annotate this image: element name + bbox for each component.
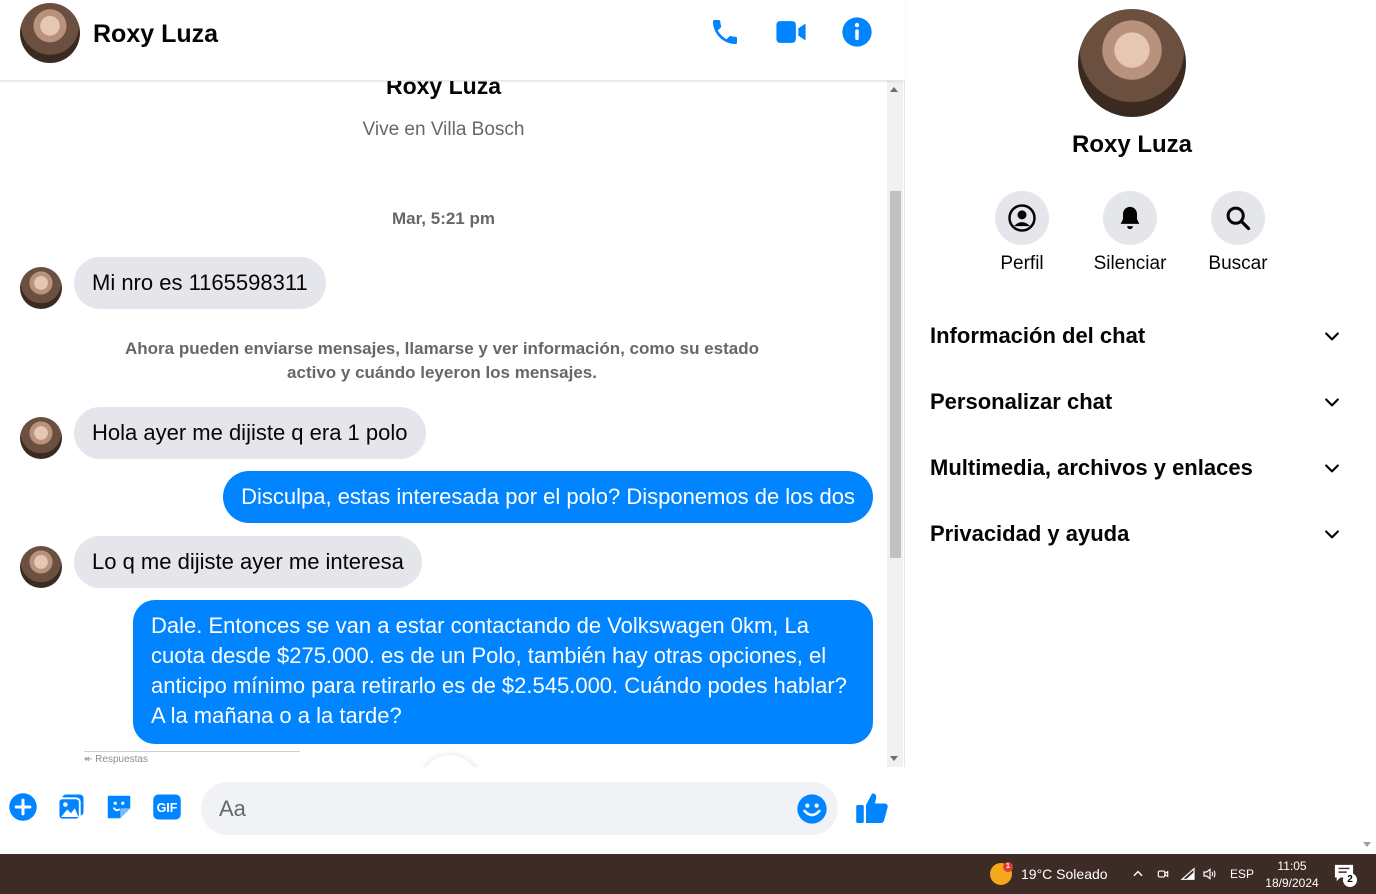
input-language[interactable]: ESP — [1230, 867, 1254, 881]
section-customize-chat[interactable]: Personalizar chat — [930, 377, 1342, 427]
profile-button[interactable]: Perfil — [972, 191, 1072, 275]
search-button[interactable]: Buscar — [1188, 191, 1288, 275]
section-label: Personalizar chat — [930, 389, 1113, 414]
message-bubble-outgoing[interactable]: Dale. Entonces se van a estar contactand… — [133, 600, 873, 744]
weather-badge: 1 — [1003, 862, 1013, 872]
mute-label: Silenciar — [1093, 253, 1167, 274]
message-bubble-incoming[interactable]: Hola ayer me dijiste q era 1 polo — [74, 407, 426, 459]
header-contact-name[interactable]: Roxy Luza — [93, 20, 218, 49]
section-media-files-links[interactable]: Multimedia, archivos y enlaces — [930, 443, 1342, 493]
sender-avatar[interactable] — [20, 417, 62, 459]
section-label: Información del chat — [930, 323, 1146, 348]
thumbs-up-icon[interactable] — [853, 789, 891, 827]
system-notice: Ahora pueden enviarse mensajes, llamarse… — [125, 339, 759, 382]
meet-now-icon[interactable] — [1154, 865, 1172, 883]
reply-hint: ↞ Respuestas — [84, 751, 300, 765]
message-input[interactable] — [219, 794, 779, 824]
message-scrollbar[interactable] — [887, 81, 903, 767]
windows-taskbar: 1 19°C Soleado ESP 11:05 18/9/2024 2 — [0, 854, 1376, 894]
scroll-up-arrow[interactable] — [890, 87, 898, 92]
video-camera-icon[interactable] — [773, 14, 809, 50]
clock-time[interactable]: 11:05 — [1265, 859, 1319, 873]
info-icon[interactable] — [839, 14, 875, 50]
page-scroll-down-arrow[interactable] — [1363, 842, 1371, 847]
plus-icon[interactable] — [7, 791, 39, 823]
wifi-icon[interactable] — [1179, 865, 1197, 883]
chevron-down-icon — [1325, 464, 1339, 473]
composer: GIF — [0, 767, 905, 854]
panel-avatar[interactable] — [1078, 9, 1186, 117]
message-input-box[interactable] — [201, 782, 838, 835]
message-bubble-outgoing[interactable]: Disculpa, estas interesada por el polo? … — [223, 471, 873, 523]
notification-count-badge: 2 — [1343, 873, 1357, 887]
sender-avatar[interactable] — [20, 546, 62, 588]
search-icon — [1211, 191, 1265, 245]
message-list[interactable]: Roxy Luza Vive en Villa Bosch Mar, 5:21 … — [0, 81, 887, 767]
app-window: Roxy Luza Roxy Luza Vive en Villa Bosch … — [0, 0, 1376, 894]
image-icon[interactable] — [55, 791, 87, 823]
mute-button[interactable]: Silenciar — [1080, 191, 1180, 275]
section-privacy-help[interactable]: Privacidad y ayuda — [930, 509, 1342, 559]
chat-header: Roxy Luza — [0, 0, 905, 81]
gif-icon[interactable]: GIF — [151, 791, 183, 823]
page-scrollbar[interactable] — [1358, 0, 1376, 854]
chevron-up-icon[interactable] — [1129, 865, 1147, 883]
message-bubble-incoming[interactable]: Mi nro es 1165598311 — [74, 257, 326, 309]
bell-icon — [1103, 191, 1157, 245]
sender-avatar[interactable] — [20, 267, 62, 309]
reply-arrow-icon: ↞ — [84, 754, 96, 765]
emoji-icon[interactable] — [796, 793, 828, 825]
header-avatar[interactable] — [20, 3, 80, 63]
sticker-icon[interactable] — [103, 791, 135, 823]
weather-text[interactable]: 19°C Soleado — [1021, 866, 1108, 882]
chevron-down-icon — [1325, 530, 1339, 539]
reply-hint-label: Respuestas — [95, 754, 148, 765]
section-chat-info[interactable]: Información del chat — [930, 311, 1342, 361]
contact-location: Vive en Villa Bosch — [362, 119, 525, 140]
search-label: Buscar — [1208, 253, 1268, 274]
chat-column: Roxy Luza Roxy Luza Vive en Villa Bosch … — [0, 0, 905, 854]
chevron-down-icon — [1325, 332, 1339, 341]
profile-label: Perfil — [1000, 253, 1044, 274]
panel-contact-name: Roxy Luza — [1071, 131, 1193, 158]
section-label: Privacidad y ayuda — [930, 521, 1130, 546]
clock-date[interactable]: 18/9/2024 — [1262, 876, 1322, 890]
scrollbar-thumb[interactable] — [890, 191, 901, 558]
message-bubble-incoming[interactable]: Lo q me dijiste ayer me interesa — [74, 536, 422, 588]
scroll-down-arrow[interactable] — [890, 756, 898, 761]
section-label: Multimedia, archivos y enlaces — [930, 455, 1253, 480]
volume-icon[interactable] — [1201, 865, 1219, 883]
conversation-info-panel: Roxy Luza Perfil Silenciar Buscar Inform… — [906, 0, 1358, 854]
conversation-contact-name: Roxy Luza — [385, 81, 502, 99]
gif-label: GIF — [157, 801, 178, 815]
message-timestamp: Mar, 5:21 pm — [392, 209, 495, 228]
profile-icon — [995, 191, 1049, 245]
phone-icon[interactable] — [707, 14, 743, 50]
chevron-down-icon — [1325, 398, 1339, 407]
scroll-to-bottom-button[interactable] — [420, 755, 480, 767]
